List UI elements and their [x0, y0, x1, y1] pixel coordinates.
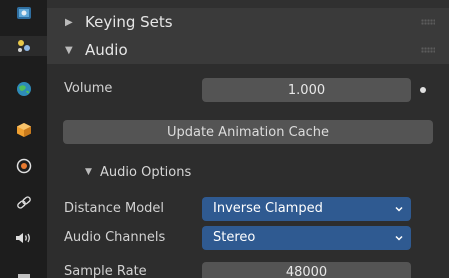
sample-rate-label: Sample Rate	[64, 264, 147, 278]
keying-sets-title: Keying Sets	[85, 13, 173, 31]
object-icon	[17, 123, 31, 137]
drag-grip-icon[interactable]	[421, 19, 435, 25]
expanded-arrow-icon: ▼	[65, 44, 73, 56]
object-tab[interactable]	[14, 120, 34, 140]
properties-tab-bar	[0, 0, 47, 278]
volume-label: Volume	[64, 81, 113, 96]
audio-channels-label: Audio Channels	[64, 230, 166, 245]
properties-editor: ▶ Keying Sets ▼ Audio Volume 1.000 Updat…	[47, 0, 449, 278]
scene-icon	[17, 40, 30, 52]
physics-tab[interactable]	[14, 156, 34, 176]
drag-grip-icon[interactable]	[421, 47, 435, 53]
distance-model-value: Inverse Clamped	[213, 201, 323, 216]
audio-options-title: Audio Options	[100, 164, 192, 180]
view-layer-icon	[18, 274, 30, 278]
keyframe-dot-icon[interactable]	[420, 87, 426, 93]
constraints-icon	[17, 196, 31, 209]
constraints-tab[interactable]	[14, 193, 34, 213]
view-layer-tab[interactable]	[14, 268, 34, 278]
keying-sets-panel-header[interactable]: ▶ Keying Sets	[47, 8, 449, 36]
physics-icon	[16, 158, 32, 174]
scene-tab[interactable]	[0, 36, 47, 56]
collapsed-arrow-icon: ▶	[65, 16, 73, 28]
volume-field[interactable]: 1.000	[202, 78, 411, 102]
distance-model-label: Distance Model	[64, 201, 165, 216]
audio-title: Audio	[85, 41, 128, 59]
audio-speaker-icon	[16, 233, 30, 243]
render-tab[interactable]	[14, 3, 34, 23]
render-icon	[17, 7, 31, 19]
world-icon	[17, 82, 31, 96]
audio-options-subpanel-header[interactable]: ▼ Audio Options	[47, 158, 449, 186]
audio-channels-value: Stereo	[213, 230, 256, 245]
chevron-down-icon	[395, 206, 403, 212]
sample-rate-field[interactable]: 48000	[202, 262, 411, 278]
audio-tab[interactable]	[14, 228, 34, 248]
audio-channels-dropdown[interactable]: Stereo	[202, 226, 411, 250]
distance-model-dropdown[interactable]: Inverse Clamped	[202, 197, 411, 221]
expanded-arrow-icon: ▼	[85, 167, 92, 177]
world-tab[interactable]	[14, 79, 34, 99]
chevron-down-icon	[395, 235, 403, 241]
update-animation-cache-button[interactable]: Update Animation Cache	[63, 120, 433, 144]
audio-panel-header[interactable]: ▼ Audio	[47, 36, 449, 64]
